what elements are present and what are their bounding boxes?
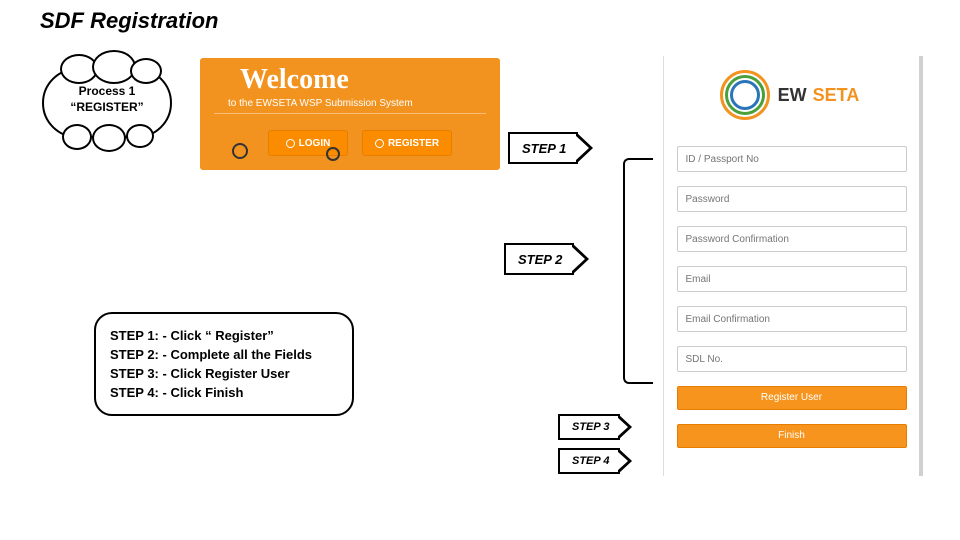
- login-label: LOGIN: [299, 138, 331, 149]
- ewseta-logo: EWSETA: [674, 64, 909, 126]
- step2-arrow: STEP 2: [504, 243, 574, 275]
- register-user-button[interactable]: Register User: [677, 386, 907, 410]
- welcome-subtitle: to the EWSETA WSP Submission System: [214, 98, 486, 114]
- pointer-circle-icon: [232, 143, 248, 159]
- finish-button[interactable]: Finish: [677, 424, 907, 448]
- logo-ew: EW: [778, 85, 807, 105]
- cloud-line2: “REGISTER”: [42, 100, 172, 116]
- page-title: SDF Registration: [40, 8, 218, 34]
- user-icon: [286, 139, 295, 148]
- password-field[interactable]: [677, 186, 907, 212]
- registration-form-panel: EWSETA Register User Finish: [663, 56, 923, 476]
- welcome-heading: Welcome: [200, 58, 500, 98]
- step2-bracket: [623, 158, 653, 384]
- process-cloud-callout: Process 1 “REGISTER”: [42, 68, 172, 138]
- step4-text: STEP 4: - Click Finish: [110, 385, 338, 400]
- step2-text: STEP 2: - Complete all the Fields: [110, 347, 338, 362]
- email-field[interactable]: [677, 266, 907, 292]
- register-label: REGISTER: [388, 138, 439, 149]
- password-confirm-field[interactable]: [677, 226, 907, 252]
- step3-text: STEP 3: - Click Register User: [110, 366, 338, 381]
- id-passport-field[interactable]: [677, 146, 907, 172]
- logo-rings-icon: [720, 70, 770, 120]
- step1-arrow: STEP 1: [508, 132, 578, 164]
- logo-seta: SETA: [809, 84, 864, 107]
- cloud-line1: Process 1: [42, 84, 172, 100]
- step3-arrow: STEP 3: [558, 414, 620, 440]
- step4-arrow: STEP 4: [558, 448, 620, 474]
- user-icon: [375, 139, 384, 148]
- steps-instruction-box: STEP 1: - Click “ Register” STEP 2: - Co…: [94, 312, 354, 416]
- pointer-circle-icon: [326, 147, 340, 161]
- register-button[interactable]: REGISTER: [362, 130, 452, 156]
- email-confirm-field[interactable]: [677, 306, 907, 332]
- step1-text: STEP 1: - Click “ Register”: [110, 328, 338, 343]
- sdl-no-field[interactable]: [677, 346, 907, 372]
